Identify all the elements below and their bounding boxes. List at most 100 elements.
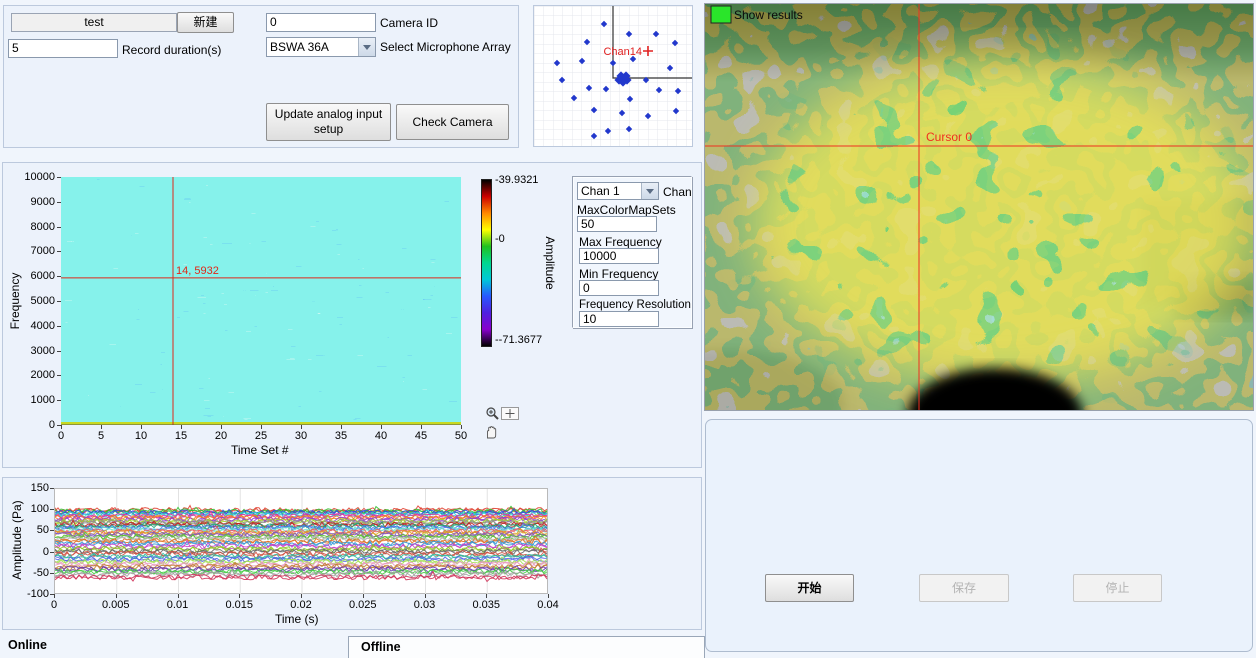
maxcolormapsets-label: MaxColorMapSets xyxy=(577,203,676,217)
microphone-array-label: Select Microphone Array xyxy=(380,40,511,54)
record-duration-label: Record duration(s) xyxy=(122,43,221,57)
y-axis-tick-mark xyxy=(57,276,61,277)
x-axis-tick-label: 35 xyxy=(326,430,356,442)
x-axis-tick-label: 45 xyxy=(406,430,436,442)
x-axis-tick-label: 5 xyxy=(86,430,116,442)
max-frequency-field[interactable] xyxy=(579,248,659,264)
spectrogram-x-axis-label: Time Set # xyxy=(231,443,289,457)
tab-offline[interactable]: Offline xyxy=(348,636,705,658)
x-axis-tick-label: 0 xyxy=(34,599,74,611)
mic-cursor-label: Chan14 xyxy=(603,46,642,58)
camera-id-field[interactable]: 0 xyxy=(266,13,376,32)
camera-cursor-label: Cursor 0 xyxy=(926,130,972,144)
y-axis-tick-mark xyxy=(50,509,54,510)
y-axis-tick-label: -50 xyxy=(11,567,49,579)
y-axis-tick-label: 10000 xyxy=(13,171,55,183)
y-axis-tick-mark xyxy=(57,251,61,252)
y-axis-tick-label: 4000 xyxy=(13,320,55,332)
y-axis-tick-label: 1000 xyxy=(13,394,55,406)
x-axis-tick-mark xyxy=(425,594,426,598)
chevron-down-icon[interactable] xyxy=(358,38,375,56)
y-axis-tick-mark xyxy=(50,594,54,595)
x-axis-tick-label: 20 xyxy=(206,430,236,442)
y-axis-tick-label: 3000 xyxy=(13,345,55,357)
waveform-plot[interactable] xyxy=(54,488,548,594)
min-frequency-field[interactable] xyxy=(579,280,659,296)
x-axis-tick-label: 0.025 xyxy=(343,599,383,611)
start-button[interactable]: 开始 xyxy=(765,574,854,602)
x-axis-tick-mark xyxy=(381,425,382,429)
x-axis-tick-mark xyxy=(101,425,102,429)
config-panel: test 新建 5 Record duration(s) 0 Camera ID… xyxy=(3,5,519,148)
spectrogram-cursor-readout: 14, 5932 xyxy=(176,265,219,277)
camera-id-label: Camera ID xyxy=(380,16,438,30)
channel-label: Chan xyxy=(663,185,692,199)
colorbar-min-label: --71.3677 xyxy=(495,334,542,346)
x-axis-tick-label: 10 xyxy=(126,430,156,442)
x-axis-tick-mark xyxy=(341,425,342,429)
run-control-panel: 开始 保存 停止 xyxy=(705,419,1253,652)
test-name-field[interactable]: test xyxy=(11,13,177,32)
microphone-array-value: BSWA 36A xyxy=(267,39,358,55)
mic-array-panel: Chan14 xyxy=(533,5,693,147)
x-axis-tick-label: 0.04 xyxy=(528,599,568,611)
chevron-down-icon[interactable] xyxy=(641,183,658,199)
x-axis-tick-mark xyxy=(548,594,549,598)
y-axis-tick-label: 5000 xyxy=(13,295,55,307)
show-results-label: Show results xyxy=(734,8,803,22)
x-axis-tick-mark xyxy=(301,425,302,429)
show-results-indicator[interactable]: Show results xyxy=(711,6,803,23)
x-axis-tick-mark xyxy=(239,594,240,598)
check-camera-button[interactable]: Check Camera xyxy=(396,104,509,140)
frequency-controls-groupbox: Chan 1 Chan MaxColorMapSets Max Frequenc… xyxy=(572,176,692,328)
colorbar-max-label: -39.9321 xyxy=(495,174,538,186)
record-duration-field[interactable]: 5 xyxy=(8,39,118,58)
stop-button[interactable]: 停止 xyxy=(1073,574,1162,602)
update-analog-input-line1: Update analog input xyxy=(275,107,382,121)
x-axis-tick-mark xyxy=(301,594,302,598)
y-axis-tick-label: 9000 xyxy=(13,196,55,208)
x-axis-tick-label: 0.01 xyxy=(158,599,198,611)
pan-hand-tool-icon[interactable] xyxy=(484,425,499,440)
new-button[interactable]: 新建 xyxy=(177,12,234,33)
channel-dropdown[interactable]: Chan 1 xyxy=(577,182,659,200)
microphone-array-dropdown[interactable]: BSWA 36A xyxy=(266,37,376,57)
y-axis-tick-mark xyxy=(57,326,61,327)
maxcolormapsets-field[interactable] xyxy=(577,216,657,232)
x-axis-tick-label: 25 xyxy=(246,430,276,442)
cursor-tool-icon[interactable] xyxy=(501,406,519,421)
x-axis-tick-label: 50 xyxy=(446,430,476,442)
camera-heatmap-image[interactable]: Cursor 0 Show results xyxy=(705,4,1253,410)
channel-dropdown-value: Chan 1 xyxy=(578,183,641,199)
x-axis-tick-mark xyxy=(421,425,422,429)
frequency-resolution-field[interactable] xyxy=(579,311,659,327)
colorbar-mid-label: -0 xyxy=(495,233,505,245)
x-axis-tick-label: 0.035 xyxy=(466,599,506,611)
tab-online[interactable]: Online xyxy=(8,638,47,652)
update-analog-input-line2: setup xyxy=(314,122,343,136)
y-axis-tick-mark xyxy=(57,301,61,302)
x-axis-tick-mark xyxy=(486,594,487,598)
y-axis-tick-label: 6000 xyxy=(13,270,55,282)
x-axis-tick-label: 40 xyxy=(366,430,396,442)
y-axis-tick-label: 100 xyxy=(11,503,49,515)
y-axis-tick-label: 50 xyxy=(11,524,49,536)
y-axis-tick-label: -100 xyxy=(11,588,49,600)
camera-view-panel[interactable]: Cursor 0 Show results xyxy=(704,3,1254,411)
y-axis-tick-mark xyxy=(57,227,61,228)
mic-array-plot[interactable]: Chan14 xyxy=(534,6,692,146)
x-axis-tick-label: 0.03 xyxy=(405,599,445,611)
y-axis-tick-mark xyxy=(57,400,61,401)
waveform-panel: Amplitude (Pa) Time (s) 00.0050.010.0150… xyxy=(2,477,702,630)
spectrogram-noise-field xyxy=(61,177,461,425)
x-axis-tick-mark xyxy=(141,425,142,429)
zoom-tool-icon[interactable] xyxy=(485,406,500,421)
y-axis-tick-mark xyxy=(57,202,61,203)
update-analog-input-button[interactable]: Update analog input setup xyxy=(266,103,391,141)
y-axis-tick-mark xyxy=(50,488,54,489)
show-results-led[interactable] xyxy=(711,6,731,23)
spectrogram-plot[interactable]: 14, 5932 xyxy=(61,177,461,425)
y-axis-tick-label: 8000 xyxy=(13,221,55,233)
save-button[interactable]: 保存 xyxy=(919,574,1009,602)
y-axis-tick-mark xyxy=(57,425,61,426)
